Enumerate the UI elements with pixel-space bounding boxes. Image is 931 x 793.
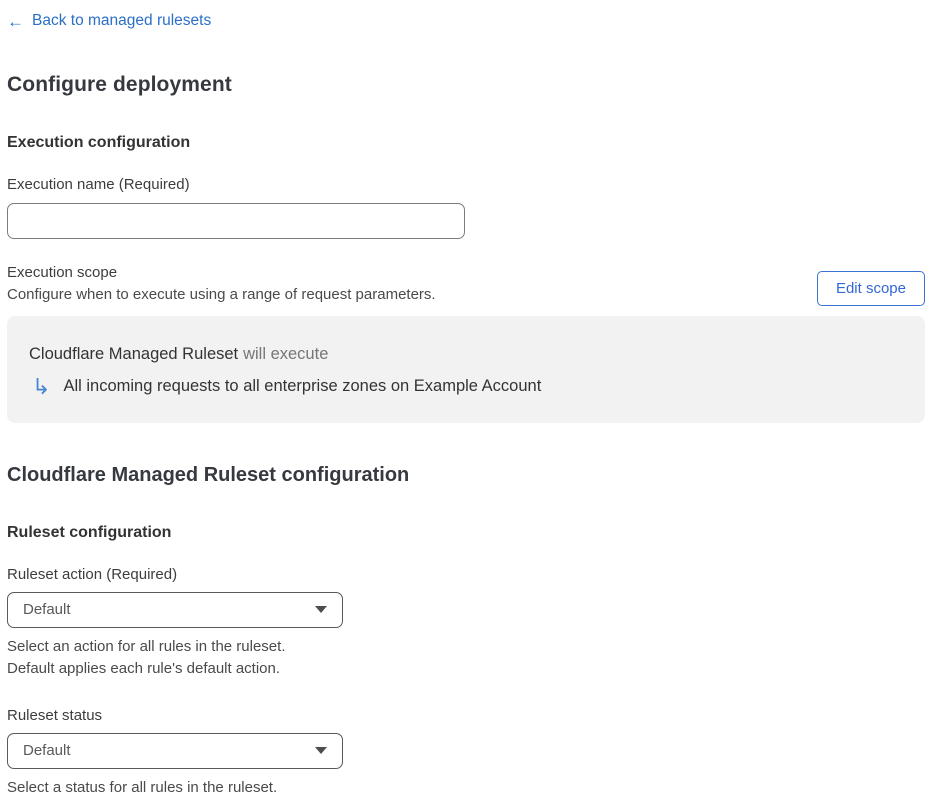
- back-arrow-icon: ←: [7, 11, 24, 31]
- execution-scope-label: Execution scope: [7, 263, 118, 281]
- ruleset-status-label: Ruleset status: [7, 706, 103, 724]
- scope-preview-panel: Cloudflare Managed Ruleset will execute ↳…: [7, 315, 925, 423]
- ruleset-action-selected-value: Default: [23, 601, 71, 618]
- return-arrow-icon: ↳: [32, 373, 51, 399]
- dropdown-caret-icon: [315, 606, 327, 613]
- execution-scope-row: Execution scope Configure when to execut…: [7, 264, 925, 306]
- ruleset-action-help-line-1: Select an action for all rules in the ru…: [7, 637, 286, 655]
- ruleset-status-help: Select a status for all rules in the rul…: [7, 777, 925, 793]
- dropdown-caret-icon: [315, 747, 327, 754]
- execution-name-input[interactable]: [7, 202, 465, 239]
- ruleset-action-help-line-2: Default applies each rule's default acti…: [7, 659, 281, 677]
- scope-preview-headline: Cloudflare Managed Ruleset will execute: [29, 345, 903, 364]
- ruleset-action-label: Ruleset action (Required): [7, 565, 178, 583]
- ruleset-status-select[interactable]: Default: [7, 732, 343, 769]
- back-link-label: Back to managed rulesets: [32, 12, 212, 29]
- ruleset-action-select[interactable]: Default: [7, 591, 343, 628]
- ruleset-status-selected-value: Default: [23, 742, 71, 759]
- scope-preview-scope-text: All incoming requests to all enterprise …: [63, 376, 542, 395]
- execution-name-label: Execution name (Required): [7, 175, 190, 193]
- back-to-managed-rulesets-link[interactable]: ← Back to managed rulesets: [7, 12, 211, 30]
- will-execute-text: will execute: [243, 344, 329, 363]
- ruleset-configuration-page-title: Cloudflare Managed Ruleset configuration: [7, 463, 410, 486]
- page-title: Configure deployment: [7, 72, 232, 96]
- execution-configuration-heading: Execution configuration: [7, 133, 191, 151]
- ruleset-configuration-heading: Ruleset configuration: [7, 523, 172, 541]
- ruleset-name-text: Cloudflare Managed Ruleset: [29, 344, 239, 363]
- execution-scope-description: Configure when to execute using a range …: [7, 285, 436, 303]
- execution-scope-text: Execution scope Configure when to execut…: [7, 264, 436, 303]
- configure-deployment-page: ← Back to managed rulesets Configure dep…: [0, 0, 931, 793]
- edit-scope-button[interactable]: Edit scope: [816, 270, 925, 306]
- ruleset-action-help: Select an action for all rules in the ru…: [7, 636, 925, 680]
- scope-preview-detail: ↳ All incoming requests to all enterpris…: [29, 373, 903, 399]
- ruleset-status-help-line: Select a status for all rules in the rul…: [7, 778, 278, 793]
